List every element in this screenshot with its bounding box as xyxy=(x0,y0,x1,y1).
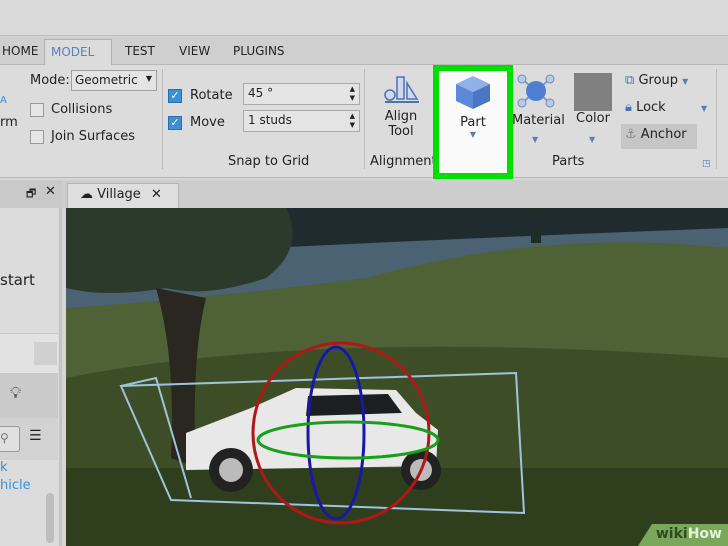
snap-group-label: Snap to Grid xyxy=(228,154,310,169)
align-icon xyxy=(384,76,419,103)
join-surfaces-checkbox[interactable] xyxy=(30,130,44,144)
tab-village[interactable]: ☁︎ Village ✕ xyxy=(67,183,179,208)
explorer-link-1[interactable]: k xyxy=(0,460,8,475)
group-icon: ⧉ xyxy=(625,73,635,88)
tab-view[interactable]: VIEW xyxy=(173,39,216,65)
scene xyxy=(66,208,728,546)
chevron-down-icon: ▼ xyxy=(682,77,689,86)
color-label: Color xyxy=(576,111,610,126)
lock-label: Lock xyxy=(636,100,666,115)
filter-settings-icon[interactable]: ☰ xyxy=(29,428,42,444)
village-tab-label: Village xyxy=(97,187,141,202)
3d-viewport[interactable]: wikiHow xyxy=(66,208,728,546)
color-swatch xyxy=(574,73,612,111)
chevron-down-icon: ▼ xyxy=(701,104,708,113)
move-label: Move xyxy=(190,115,225,130)
alignment-group-label: Alignment xyxy=(370,154,437,169)
start-text[interactable]: start xyxy=(0,271,35,289)
close-panel-icon[interactable]: ✕ xyxy=(45,184,56,199)
tab-home[interactable]: HOME xyxy=(0,39,44,65)
align-label-1: Align xyxy=(384,109,418,124)
wikihow-watermark: wikiHow xyxy=(638,524,728,546)
align-label-2: Tool xyxy=(388,124,414,139)
part-button[interactable]: Part ▼ xyxy=(439,71,507,139)
move-input[interactable]: 1 studs ▲ ▼ xyxy=(243,110,360,132)
group-label: Group xyxy=(638,73,679,88)
tree-canopy xyxy=(66,208,293,293)
collisions-label: Collisions xyxy=(51,102,113,117)
material-label: Material xyxy=(512,113,565,128)
tab-model[interactable]: MODEL xyxy=(44,39,112,65)
close-tab-icon[interactable]: ✕ xyxy=(151,187,162,202)
float-panel-icon[interactable]: 🗗︎ xyxy=(26,185,36,204)
chevron-down-icon: ▼ xyxy=(145,74,152,83)
chevron-down-icon: ▼ xyxy=(589,135,596,144)
anchor-label: Anchor xyxy=(640,127,687,142)
collisions-checkbox[interactable] xyxy=(30,103,44,117)
tab-plugins[interactable]: PLUGINS xyxy=(227,39,291,65)
expand-icon[interactable]: ◳ xyxy=(702,159,711,169)
lock-button[interactable]: 🔒︎ Lock ▼ xyxy=(625,100,710,120)
mode-value: Geometric xyxy=(75,73,138,87)
align-tool-button[interactable]: Align Tool xyxy=(378,73,424,139)
transform-label[interactable]: rm xyxy=(0,115,18,130)
parts-group-label: Parts xyxy=(552,154,585,169)
lock-icon: 🔒︎ xyxy=(625,100,632,115)
group-button[interactable]: ⧉ Group ▼ xyxy=(625,73,705,93)
part-cube-icon xyxy=(456,76,490,109)
join-surfaces-label: Join Surfaces xyxy=(51,129,136,144)
chevron-down-icon: ▼ xyxy=(532,135,539,144)
scrollbar[interactable] xyxy=(46,493,54,543)
panel-tab-row: 🗗︎ ✕ ☁︎ Village ✕ xyxy=(0,180,728,208)
part-label: Part xyxy=(460,115,486,130)
rotate-input[interactable]: 45 ° ▲ ▼ xyxy=(243,83,360,105)
ribbon: A rm Mode: Geometric ▼ Collisions Join Su… xyxy=(0,65,728,178)
title-bar xyxy=(0,0,728,36)
material-icon xyxy=(517,74,555,108)
rotate-label: Rotate xyxy=(190,88,233,103)
cloud-icon: ☁︎ xyxy=(80,187,93,202)
explorer-link-2[interactable]: hicle xyxy=(0,478,31,493)
mode-label: Mode: xyxy=(30,73,70,88)
rotate-checkbox[interactable]: ✓ xyxy=(168,89,182,103)
mode-select[interactable]: Geometric ▼ xyxy=(71,70,157,91)
anchor-icon: ⚓ xyxy=(625,127,637,142)
transform-icon: A xyxy=(0,95,7,106)
material-button[interactable]: Material ▼ xyxy=(512,73,565,153)
search-icon[interactable]: ⚲ xyxy=(0,426,20,452)
ribbon-tabs: HOME MODEL TEST VIEW PLUGINS xyxy=(0,37,728,65)
move-checkbox[interactable]: ✓ xyxy=(168,116,182,130)
tab-test[interactable]: TEST xyxy=(119,39,161,65)
left-panel: start 💡︎ ⚲ ☰ k hicle xyxy=(0,208,62,546)
color-button[interactable]: Color ▼ xyxy=(570,73,616,153)
anchor-button[interactable]: ⚓ Anchor xyxy=(621,124,697,149)
lightbulb-icon[interactable]: 💡︎ xyxy=(10,383,21,403)
chevron-down-icon: ▼ xyxy=(469,130,477,139)
part-button-highlight[interactable]: Part ▼ xyxy=(433,65,513,179)
